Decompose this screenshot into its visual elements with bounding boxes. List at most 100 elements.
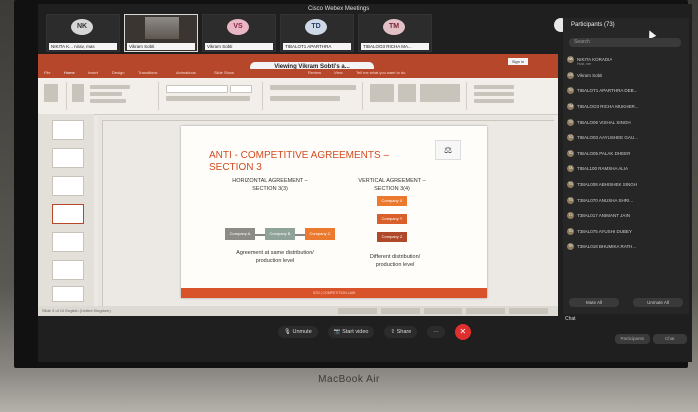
tab-view[interactable]: View xyxy=(334,70,343,75)
tab-design[interactable]: Design xyxy=(112,70,124,75)
tab-home[interactable]: Home xyxy=(64,70,75,75)
participant-avatar: TS xyxy=(567,196,574,204)
start-video-label: Start video xyxy=(342,329,369,335)
new-slide-icon[interactable] xyxy=(72,84,84,102)
chat-toggle-button[interactable]: Chat xyxy=(652,334,687,344)
participant-row[interactable]: TS T38AL008 ABHISHEK SINGH xyxy=(567,177,685,193)
participant-name: TIBALOO3 RICHA MUKHER... xyxy=(577,104,639,110)
participant-row[interactable]: TR T38AL018 BHUMIKA RATH... xyxy=(567,239,685,255)
slide-thumbnail[interactable] xyxy=(52,232,84,252)
participant-row[interactable]: TS TIBALO06 VISHAL SINGH xyxy=(567,114,685,130)
align-icons[interactable] xyxy=(270,96,340,101)
slide-title-line2: SECTION 3 xyxy=(209,162,262,173)
tab-insert[interactable]: Insert xyxy=(88,70,98,75)
logo-icon: ⚖ xyxy=(435,140,461,160)
section-icon[interactable] xyxy=(90,99,126,103)
participants-toggle-button[interactable]: Participants xyxy=(615,334,650,344)
avatar: TM xyxy=(383,19,405,35)
slide-thumbnail[interactable] xyxy=(52,148,84,168)
participant-row[interactable]: TM TIBALOO3 RICHA MUKHER... xyxy=(567,99,685,115)
font-name-field[interactable] xyxy=(166,85,228,93)
participant-row[interactable]: NK NIKITA KORADIA Host, me xyxy=(567,52,685,68)
font-size-field[interactable] xyxy=(230,85,252,93)
participant-row[interactable]: TS T38AL070 ANUSHA SHRI... xyxy=(567,192,685,208)
slide-thumbnail[interactable] xyxy=(52,260,84,280)
video-strip: NK NIKITA K... nirav, mas Vikram Sobti V… xyxy=(46,14,546,52)
participant-row[interactable]: VS Vikram Sobti xyxy=(567,68,685,84)
horizontal-section: SECTION 3(3) xyxy=(252,186,288,192)
unmute-button[interactable]: 🎙 Unmute xyxy=(278,326,318,338)
unmute-all-button[interactable]: Unmute All xyxy=(633,298,683,307)
end-meeting-button[interactable]: ✕ xyxy=(454,324,471,340)
participant-name: T38AL018 BHUMIKA RATH... xyxy=(577,244,637,250)
participant-row[interactable]: TJ T38AL017 ANIMANT JAIN xyxy=(567,208,685,224)
meeting-controls: 🎙 Unmute 📷 Start video ⇪ Share ··· ✕ xyxy=(278,324,471,340)
slide-thumbnail[interactable] xyxy=(52,120,84,140)
editing-group xyxy=(470,82,530,110)
font-format-icons[interactable] xyxy=(166,96,250,101)
participant-role: Host, me xyxy=(577,62,592,66)
participant-row[interactable]: TG TIBALO03 AAYUSHEE GAU... xyxy=(567,130,685,146)
participant-row[interactable]: TA TIBAL100 RAMSHA ALIA xyxy=(567,161,685,177)
select-icon[interactable] xyxy=(474,99,514,103)
arrange-icon[interactable] xyxy=(398,84,416,102)
paste-icon[interactable] xyxy=(44,84,58,102)
mute-all-button[interactable]: Mute All xyxy=(569,298,619,307)
participant-row[interactable]: TD TIBALO05 PALAK DHEER xyxy=(567,146,685,162)
more-options-button[interactable]: ··· xyxy=(427,326,445,338)
participant-name: T38AL017 ANIMANT JAIN xyxy=(577,213,630,219)
status-text: Slide 3 of 10 English (United Kingdom) xyxy=(42,308,111,313)
screen: Cisco Webex Meetings NK NIKITA K... nira… xyxy=(38,4,692,362)
start-video-button[interactable]: 📷 Start video xyxy=(327,326,375,338)
shape-format-icons[interactable] xyxy=(420,84,460,102)
slide-thumbnail[interactable] xyxy=(52,286,84,302)
tab-review[interactable]: Review xyxy=(308,70,321,75)
layout-icon[interactable] xyxy=(90,85,130,89)
meeting-title: Cisco Webex Meetings xyxy=(308,6,370,12)
video-tile[interactable]: NK NIKITA K... nirav, mas xyxy=(46,14,120,52)
participants-panel: Participants (73) Search NK NIKITA KORADI… xyxy=(563,18,689,314)
tab-file[interactable]: File xyxy=(44,70,50,75)
participant-avatar: TJ xyxy=(567,212,574,220)
participant-name: T38AL070 ANUSHA SHRI... xyxy=(577,197,634,203)
slide-thumbnail-selected[interactable] xyxy=(52,204,84,224)
slide-thumbnail[interactable] xyxy=(52,176,84,196)
tile-name: Vikram Sobti xyxy=(127,43,195,50)
company-y-box: Company Y xyxy=(377,214,407,224)
company-a-box: Company A xyxy=(225,228,255,240)
reset-icon[interactable] xyxy=(90,92,122,96)
tile-name: Vikram Sobti xyxy=(205,43,273,50)
avatar: NK xyxy=(71,19,93,35)
video-tile-active[interactable]: Vikram Sobti xyxy=(124,14,198,52)
slide-footer: ICSI | COMPETITION LAW xyxy=(181,288,487,298)
tell-me-box[interactable]: Tell me what you want to do xyxy=(356,70,405,75)
replace-icon[interactable] xyxy=(474,92,514,96)
participant-avatar: TS xyxy=(567,181,574,189)
laptop-body: Cisco Webex Meetings NK NIKITA K... nira… xyxy=(0,0,698,412)
slide-canvas[interactable]: ANTI - COMPETITIVE AGREEMENTS – SECTION … xyxy=(181,126,487,298)
list-icons[interactable] xyxy=(270,85,356,90)
chat-tab[interactable]: Chat xyxy=(565,316,576,322)
participant-row[interactable]: TD TIBALOT1 APARTHRA DEB... xyxy=(567,83,685,99)
participant-name: T38AL008 ABHISHEK SINGH xyxy=(577,182,638,188)
screen-bezel: Cisco Webex Meetings NK NIKITA K... nira… xyxy=(14,0,692,368)
vertical-section: SECTION 3(4) xyxy=(374,186,410,192)
horizontal-heading: HORIZONTAL AGREEMENT – xyxy=(232,178,308,184)
video-tile[interactable]: TM TIBALOO3 RICHA MA... xyxy=(358,14,432,52)
participant-search-input[interactable]: Search xyxy=(569,38,681,47)
video-tile[interactable]: VS Vikram Sobti xyxy=(202,14,276,52)
tab-slide-show[interactable]: Slide Show xyxy=(214,70,234,75)
share-button[interactable]: ⇪ Share xyxy=(384,326,418,338)
vertical-heading: VERTICAL AGREEMENT – xyxy=(358,178,426,184)
tab-transitions[interactable]: Transitions xyxy=(138,70,157,75)
view-controls[interactable] xyxy=(338,308,548,314)
ppt-status-bar: Slide 3 of 10 English (United Kingdom) xyxy=(38,306,558,316)
participant-row[interactable]: TD T38AL075 AYUSHI DUBEY xyxy=(567,224,685,240)
video-tile[interactable]: TD TIBALOT1 APARTHRA xyxy=(280,14,354,52)
participant-name: TIBALO06 VISHAL SINGH xyxy=(577,119,631,125)
tab-animations[interactable]: Animations xyxy=(176,70,196,75)
find-icon[interactable] xyxy=(474,85,514,89)
sign-in-button[interactable]: Sign in xyxy=(508,58,528,65)
participant-avatar: TD xyxy=(567,149,574,157)
shapes-icon[interactable] xyxy=(370,84,394,102)
